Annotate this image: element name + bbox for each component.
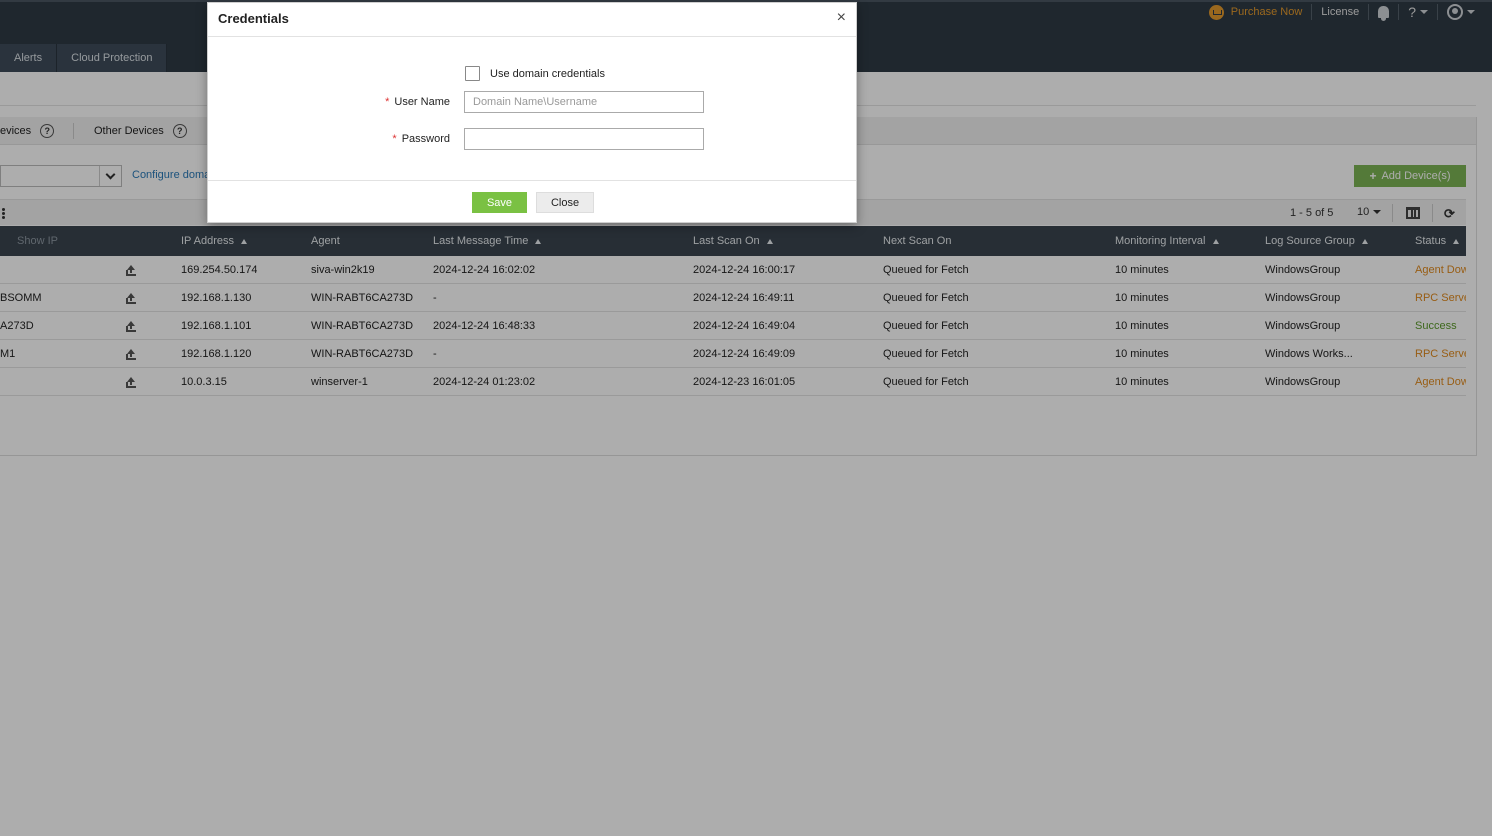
password-label-text: Password (401, 133, 450, 145)
use-domain-credentials-label[interactable]: Use domain credentials (490, 68, 605, 80)
required-mark: * (392, 133, 397, 145)
divider (208, 180, 856, 181)
username-label: * User Name (330, 96, 450, 108)
credentials-dialog: Credentials × Use domain credentials * Us… (207, 2, 857, 223)
dialog-title: Credentials (218, 11, 289, 26)
password-input[interactable] (464, 128, 704, 150)
use-domain-credentials-checkbox[interactable] (465, 66, 480, 81)
close-icon[interactable]: × (837, 10, 846, 26)
close-button[interactable]: Close (536, 192, 594, 213)
save-button[interactable]: Save (472, 192, 527, 213)
use-domain-credentials-option[interactable]: Use domain credentials (465, 66, 605, 81)
username-label-text: User Name (394, 96, 450, 108)
username-input[interactable] (464, 91, 704, 113)
dialog-header: Credentials × (208, 3, 856, 37)
required-mark: * (385, 96, 390, 108)
password-label: * Password (330, 133, 450, 145)
